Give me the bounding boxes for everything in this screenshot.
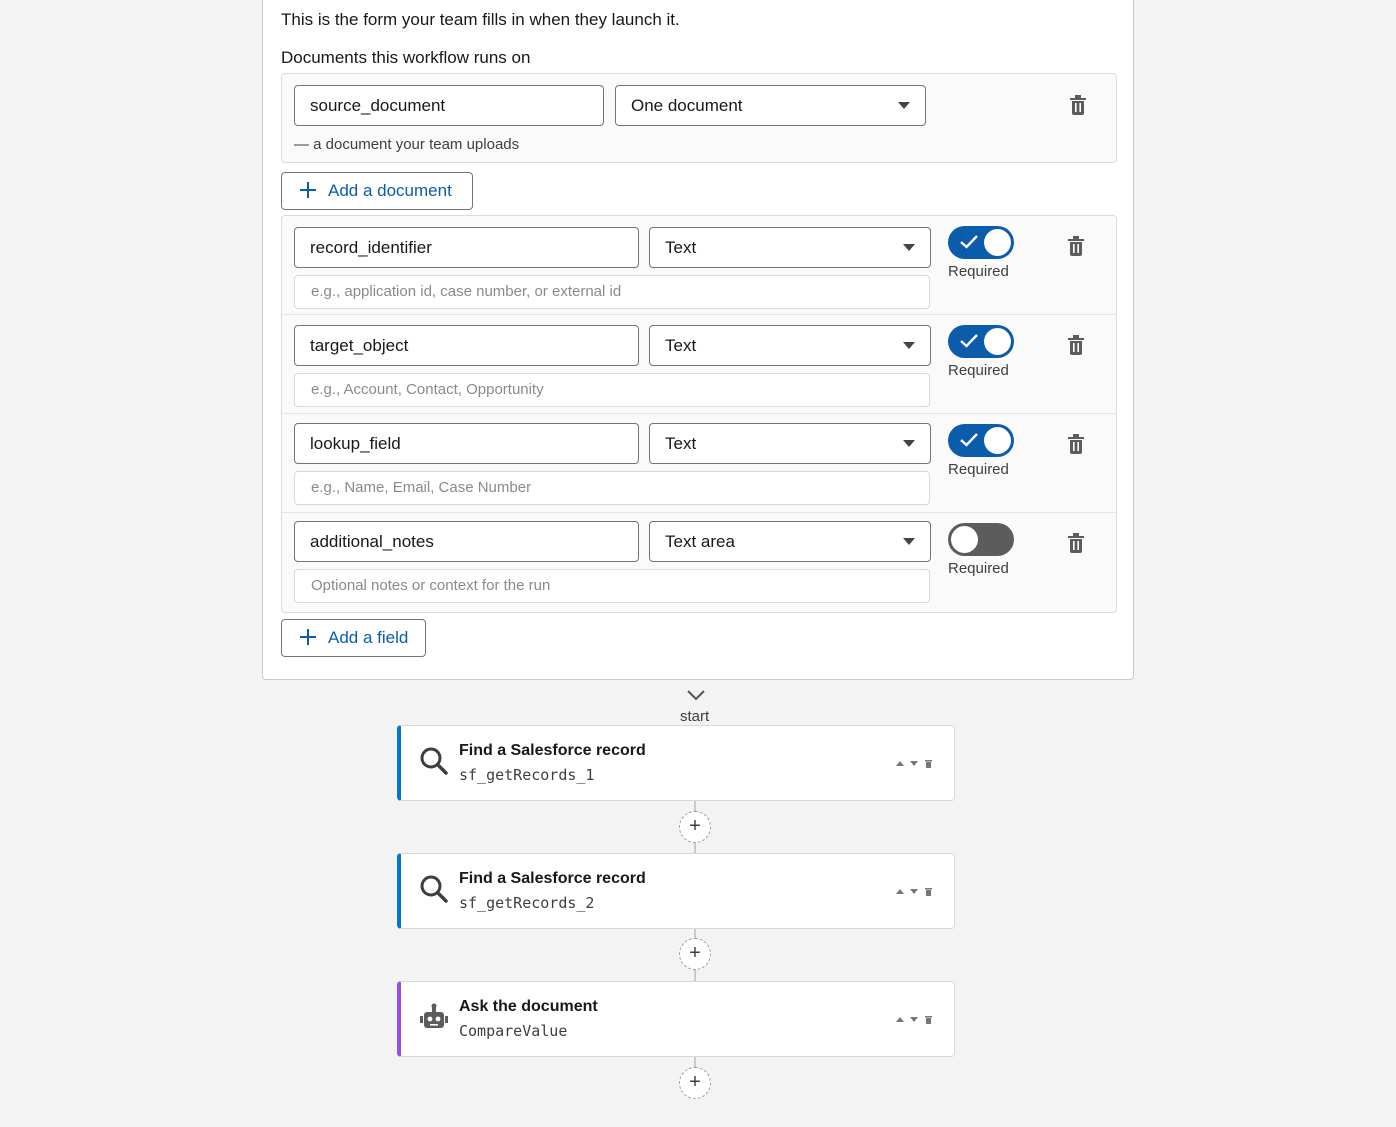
field-description-input[interactable]: e.g., Account, Contact, Opportunity (294, 373, 930, 407)
toggle-knob (984, 328, 1011, 355)
search-icon (420, 747, 448, 775)
field-type-select[interactable]: Text (649, 325, 931, 366)
field-description-input[interactable]: e.g., Name, Email, Case Number (294, 471, 930, 505)
required-label: Required (948, 461, 1009, 478)
plus-icon (300, 629, 316, 645)
document-hint: — a document your team uploads (294, 136, 520, 153)
trash-icon[interactable] (1067, 533, 1085, 553)
add-step-button[interactable]: + (679, 938, 711, 970)
field-type-value: Text area (665, 532, 735, 551)
step-reorder-controls[interactable] (896, 886, 936, 898)
chevron-down-icon[interactable] (686, 689, 706, 701)
field-row: additional_notes Text area Optional note… (282, 513, 1116, 612)
field-type-value: Text (665, 336, 697, 355)
chevron-down-icon (903, 342, 915, 349)
field-name-input[interactable]: target_object (294, 325, 639, 366)
field-type-select[interactable]: Text area (649, 521, 931, 562)
add-document-label: Add a document (328, 181, 452, 200)
check-icon (960, 433, 978, 447)
check-icon (960, 235, 978, 249)
add-field-label: Add a field (328, 628, 409, 647)
documents-section-label: Documents this workflow runs on (281, 48, 531, 67)
launch-form-card: This is the form your team fills in when… (262, 0, 1134, 680)
fields-list: record_identifier Text e.g., application… (281, 215, 1117, 613)
required-toggle[interactable] (948, 226, 1014, 259)
field-description-input[interactable]: e.g., application id, case number, or ex… (294, 275, 930, 309)
field-type-select[interactable]: Text (649, 423, 931, 464)
search-icon (420, 875, 448, 903)
step-id: sf_getRecords_1 (459, 766, 595, 784)
chevron-down-icon (903, 440, 915, 447)
field-description-input[interactable]: Optional notes or context for the run (294, 569, 930, 603)
chevron-down-icon (903, 244, 915, 251)
required-toggle[interactable] (948, 523, 1014, 556)
required-label: Required (948, 362, 1009, 379)
required-toggle[interactable] (948, 325, 1014, 358)
trash-icon[interactable] (1067, 335, 1085, 355)
document-name-input[interactable]: source_document (294, 85, 604, 126)
field-type-value: Text (665, 434, 697, 453)
flow-step-card[interactable]: Ask the document CompareValue (397, 981, 955, 1057)
required-toggle[interactable] (948, 424, 1014, 457)
field-row: record_identifier Text e.g., application… (282, 216, 1116, 315)
step-id: CompareValue (459, 1022, 568, 1040)
trash-icon[interactable] (1069, 95, 1087, 115)
step-title: Find a Salesforce record (459, 742, 646, 759)
add-step-button[interactable]: + (679, 1067, 711, 1099)
add-step-button[interactable]: + (679, 811, 711, 843)
add-document-button[interactable]: Add a document (281, 172, 473, 210)
field-name-input[interactable]: record_identifier (294, 227, 639, 268)
check-icon (960, 334, 978, 348)
step-title: Find a Salesforce record (459, 870, 646, 887)
chevron-down-icon (903, 538, 915, 545)
field-row: lookup_field Text e.g., Name, Email, Cas… (282, 414, 1116, 513)
step-reorder-controls[interactable] (896, 758, 936, 770)
toggle-knob (951, 526, 978, 553)
trash-icon[interactable] (1067, 434, 1085, 454)
toggle-knob (984, 427, 1011, 454)
flow-start-label: start (680, 708, 710, 725)
field-row: target_object Text e.g., Account, Contac… (282, 315, 1116, 414)
flow-step-card[interactable]: Find a Salesforce record sf_getRecords_2 (397, 853, 955, 929)
step-id: sf_getRecords_2 (459, 894, 595, 912)
toggle-knob (984, 229, 1011, 256)
step-title: Ask the document (459, 998, 598, 1015)
field-name-input[interactable]: lookup_field (294, 423, 639, 464)
add-field-button[interactable]: Add a field (281, 619, 426, 657)
required-label: Required (948, 263, 1009, 280)
plus-icon (300, 182, 316, 198)
document-type-value: One document (631, 96, 743, 115)
required-label: Required (948, 560, 1009, 577)
form-intro-text: This is the form your team fills in when… (281, 10, 680, 29)
document-type-select[interactable]: One document (615, 85, 926, 126)
robot-icon (420, 1003, 448, 1028)
flow-step-card[interactable]: Find a Salesforce record sf_getRecords_1 (397, 725, 955, 801)
field-type-value: Text (665, 238, 697, 257)
step-reorder-controls[interactable] (896, 1014, 936, 1026)
chevron-down-icon (898, 102, 910, 109)
document-row: source_document One document — a documen… (281, 73, 1117, 163)
field-type-select[interactable]: Text (649, 227, 931, 268)
trash-icon[interactable] (1067, 236, 1085, 256)
field-name-input[interactable]: additional_notes (294, 521, 639, 562)
